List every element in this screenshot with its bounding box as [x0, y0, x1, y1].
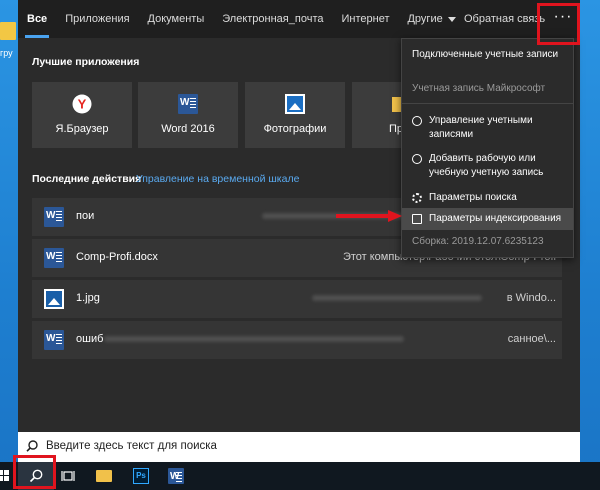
app-tile-word[interactable]: Word 2016: [138, 82, 238, 148]
image-icon: [44, 289, 64, 309]
photos-icon: [285, 94, 305, 114]
recent-item-path: в Windo...: [506, 292, 556, 304]
chevron-down-icon: [447, 16, 456, 22]
timeline-link[interactable]: Управление на временной шкале: [136, 173, 299, 185]
tab-all[interactable]: Все: [18, 0, 56, 38]
recent-item-path: санное\...: [507, 333, 556, 345]
desktop-folder-icon[interactable]: [0, 22, 16, 40]
menu-item-manage-accounts[interactable]: Управление учетными записями: [402, 114, 573, 146]
recent-item[interactable]: 1.jpg в Windo...: [32, 280, 562, 318]
recent-item-name: ошиб: [76, 333, 104, 345]
redacted-text: [312, 295, 482, 301]
recent-heading: Последние действия: [32, 173, 142, 185]
redacted-text: [104, 336, 404, 342]
svg-text:Y: Y: [78, 97, 87, 112]
taskbar: Ps: [0, 462, 600, 490]
folder-icon: [96, 470, 112, 482]
photoshop-icon: Ps: [133, 468, 149, 484]
menu-item-search-settings[interactable]: Параметры поиска: [402, 191, 573, 207]
recent-item[interactable]: ошиб санное\...: [32, 321, 562, 359]
menu-divider: [402, 103, 573, 104]
recent-item-name: пои: [76, 210, 95, 222]
tab-internet[interactable]: Интернет: [332, 0, 398, 38]
word-icon: [178, 94, 198, 114]
tab-apps[interactable]: Приложения: [56, 0, 138, 38]
annotation-box-search: [13, 455, 56, 489]
menu-item-label: Параметры индексирования: [429, 213, 562, 224]
menu-item-add-account[interactable]: Добавить рабочую или учебную учетную зап…: [402, 152, 573, 184]
annotation-arrow: [336, 210, 402, 222]
yandex-browser-icon: Y: [72, 94, 92, 114]
search-input[interactable]: Введите здесь текст для поиска: [18, 432, 580, 462]
app-tile-yandex[interactable]: Y Я.Браузер: [32, 82, 132, 148]
feedback-link[interactable]: Обратная связь: [464, 0, 545, 38]
indexing-icon: [412, 214, 422, 224]
search-placeholder: Введите здесь текст для поиска: [46, 440, 217, 452]
menu-item-label: Параметры поиска: [429, 192, 517, 203]
desktop-icon-label: гру: [0, 48, 13, 58]
best-apps-heading: Лучшие приложения: [32, 56, 140, 68]
taskbar-word[interactable]: [158, 462, 194, 490]
tab-more[interactable]: Другие: [398, 0, 464, 38]
tab-email[interactable]: Электронная_почта: [213, 0, 332, 38]
tab-documents[interactable]: Документы: [139, 0, 214, 38]
app-tile-photos[interactable]: Фотографии: [245, 82, 345, 148]
menu-item-label: Добавить рабочую или учебную учетную зап…: [429, 153, 544, 178]
taskbar-explorer[interactable]: [86, 462, 122, 490]
search-icon: [26, 440, 38, 452]
menu-item-label: Управление учетными записями: [429, 115, 533, 140]
build-version: Сборка: 2019.12.07.6235123: [412, 236, 544, 247]
app-tile-label: Word 2016: [161, 123, 215, 135]
recent-item-name: Comp-Profi.docx: [76, 251, 158, 263]
app-tile-label: Я.Браузер: [55, 123, 109, 135]
connected-accounts-heading: Подключенные учетные записи: [412, 49, 559, 60]
word-icon: [44, 330, 64, 350]
tab-more-label: Другие: [407, 13, 443, 25]
task-view-icon: [61, 471, 75, 481]
word-icon: [44, 207, 64, 227]
user-add-icon: [412, 154, 422, 164]
app-tile-label: Фотографии: [263, 123, 327, 135]
menu-item-indexing[interactable]: Параметры индексирования: [402, 208, 573, 230]
annotation-box-ellipsis: [537, 3, 580, 45]
gear-icon: [412, 193, 422, 203]
microsoft-account[interactable]: Учетная запись Майкрософт: [412, 83, 545, 94]
recent-item-name: 1.jpg: [76, 292, 100, 304]
word-icon: [168, 468, 184, 484]
taskbar-photoshop[interactable]: Ps: [123, 462, 159, 490]
user-icon: [412, 116, 422, 126]
more-options-menu: Подключенные учетные записи Учетная запи…: [401, 38, 574, 258]
word-icon: [44, 248, 64, 268]
windows-icon: [0, 470, 9, 481]
